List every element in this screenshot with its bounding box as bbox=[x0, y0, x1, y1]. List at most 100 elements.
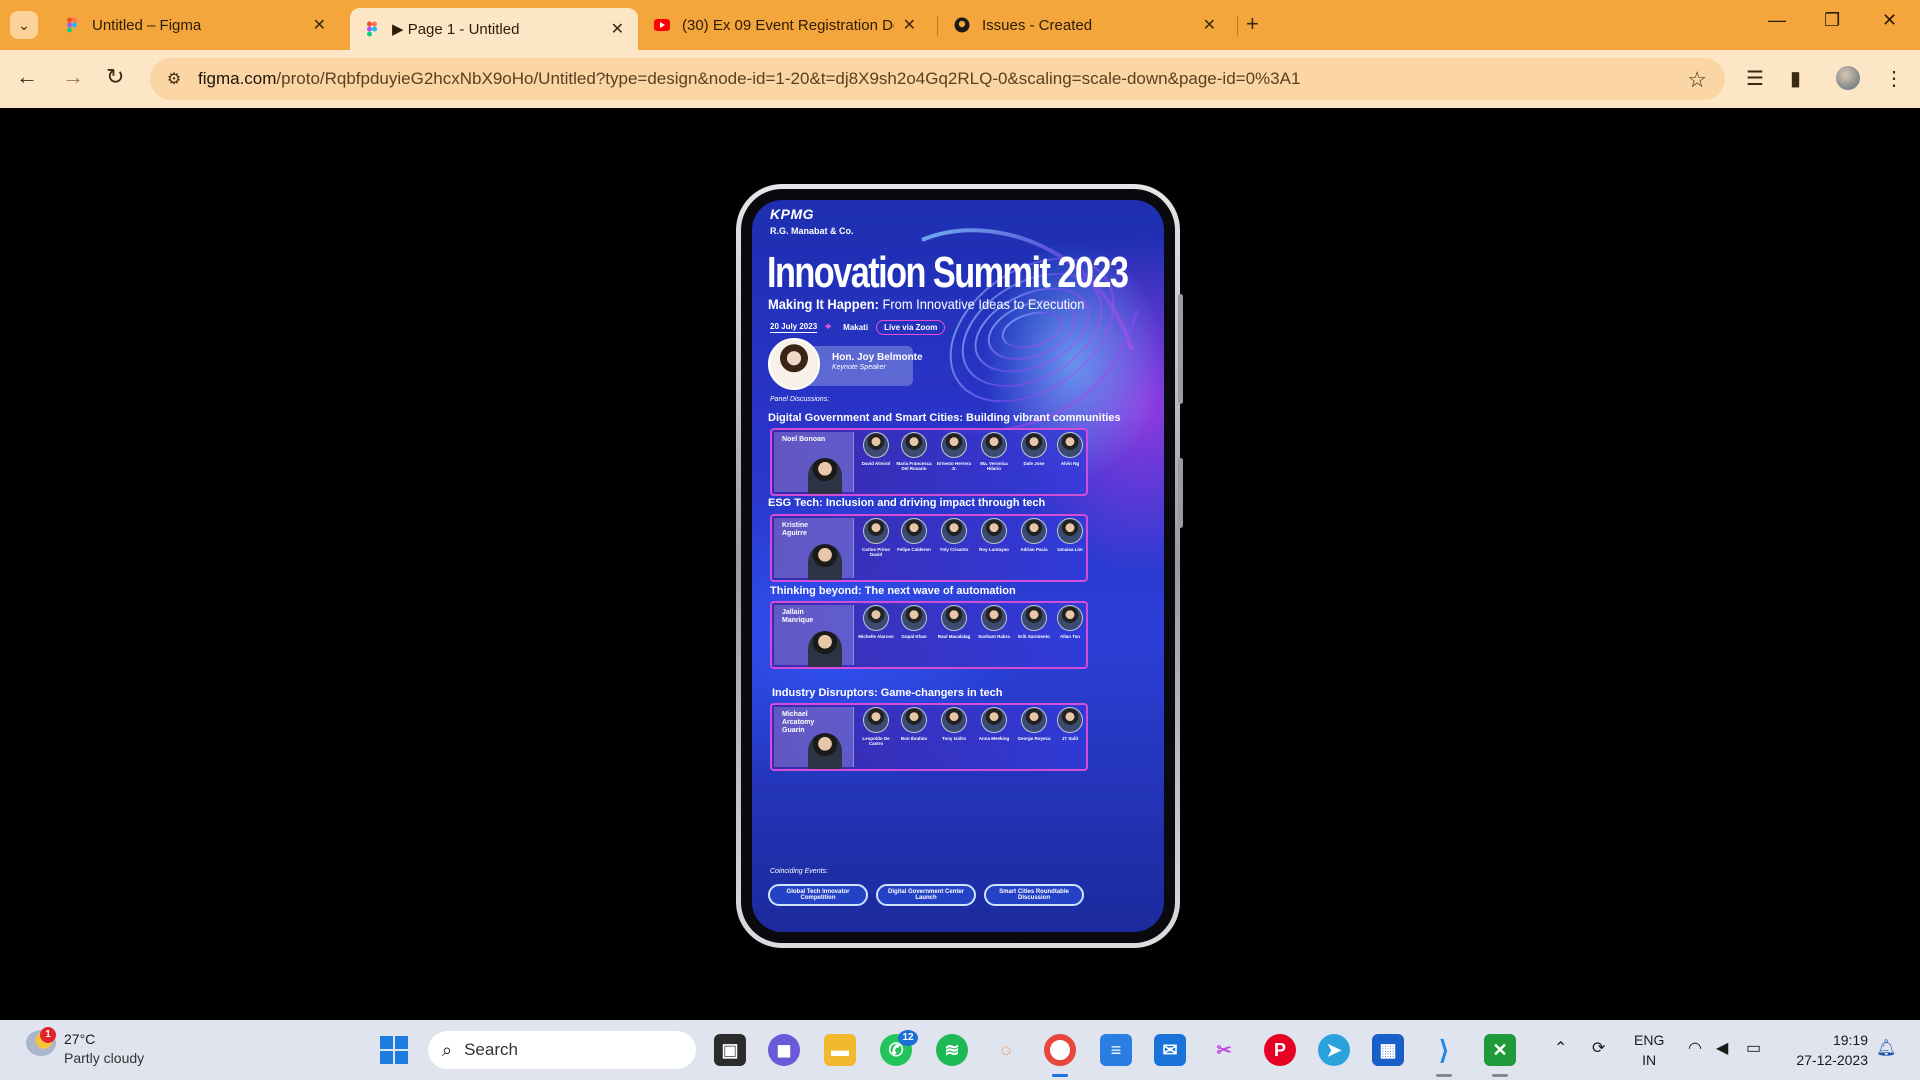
speaker: Felipe Calderon bbox=[896, 518, 932, 552]
speaker-name: Gopal Khan bbox=[901, 634, 927, 639]
side-panel-icon[interactable]: ▮ bbox=[1790, 66, 1801, 91]
chrome-icon[interactable] bbox=[1044, 1034, 1076, 1066]
address-bar[interactable]: ⚙ figma.com/proto/RqbfpduyieG2hcxNbX9oHo… bbox=[150, 58, 1725, 100]
telegram-icon[interactable]: ➤ bbox=[1318, 1034, 1350, 1066]
moderator-photo bbox=[808, 733, 842, 769]
taskbar-search[interactable]: ⌕ Search bbox=[428, 1031, 696, 1069]
tab-title: (30) Ex 09 Event Registration De bbox=[682, 16, 894, 34]
figma-icon bbox=[367, 21, 377, 37]
speaker-name: Ma. Veronica Hilario bbox=[980, 461, 1008, 471]
wifi-icon[interactable]: ◠ bbox=[1688, 1038, 1702, 1058]
whatsapp-badge: 12 bbox=[898, 1030, 918, 1046]
microsoft-store-icon[interactable]: ▦ bbox=[1372, 1034, 1404, 1066]
tab-youtube[interactable]: (30) Ex 09 Event Registration De ✕ bbox=[640, 8, 930, 42]
speaker-name: JT Sulit bbox=[1061, 736, 1079, 741]
url-path: /proto/RqbfpduyieG2hcxNbX9oHo/Untitled?t… bbox=[276, 69, 1301, 88]
close-window-button[interactable]: ✕ bbox=[1882, 10, 1897, 31]
lang-line-1: ENG bbox=[1634, 1032, 1665, 1048]
spotify-icon[interactable]: ≋ bbox=[936, 1034, 968, 1066]
speaker-photo bbox=[1021, 605, 1047, 631]
notification-bell-icon[interactable]: 🔔︎ bbox=[1876, 1038, 1896, 1058]
speaker: Allan Tan bbox=[1052, 605, 1088, 639]
bookmark-star-icon[interactable]: ☆ bbox=[1687, 67, 1707, 93]
tab-separator bbox=[1237, 16, 1238, 36]
speaker-photo bbox=[1021, 432, 1047, 458]
minimize-button[interactable]: — bbox=[1768, 10, 1786, 31]
speaker-photo bbox=[981, 605, 1007, 631]
language-indicator[interactable]: ENG IN bbox=[1634, 1030, 1664, 1070]
pinterest-icon[interactable]: P bbox=[1264, 1034, 1296, 1066]
snipping-tool-icon[interactable]: ✂ bbox=[1208, 1034, 1240, 1066]
speaker-photo bbox=[981, 518, 1007, 544]
speaker-name: Michelle Alarcon bbox=[858, 634, 894, 639]
forward-button[interactable]: → bbox=[62, 64, 84, 90]
chevron-up-icon[interactable]: ⌃ bbox=[1554, 1038, 1567, 1058]
panel-title: ESG Tech: Inclusion and driving impact t… bbox=[768, 497, 1046, 509]
speaker-name: Dale Jose bbox=[1023, 461, 1045, 466]
firm-name: R.G. Manabat & Co. bbox=[770, 226, 854, 236]
moderator-name: Kristine Aguirre bbox=[782, 522, 809, 537]
speaker-photo bbox=[981, 432, 1007, 458]
close-icon[interactable]: ✕ bbox=[313, 15, 326, 35]
temperature[interactable]: 27°C bbox=[64, 1031, 95, 1047]
speaker-name: David Almirol bbox=[861, 461, 891, 466]
profile-avatar[interactable] bbox=[1836, 66, 1860, 90]
notepad-icon[interactable]: ≡ bbox=[1100, 1034, 1132, 1066]
sync-icon[interactable]: ⟳ bbox=[1592, 1038, 1605, 1058]
speaker-name: Leopoldo De Castro bbox=[862, 736, 890, 746]
site-settings-icon[interactable]: ⚙ bbox=[164, 69, 184, 89]
close-icon[interactable]: ✕ bbox=[1203, 15, 1216, 35]
battery-icon[interactable]: ▭ bbox=[1746, 1038, 1761, 1058]
tab-title: Untitled – Figma bbox=[92, 16, 202, 34]
tab-page-1[interactable]: ▶ Page 1 - Untitled ✕ bbox=[350, 8, 638, 50]
speaker-photo bbox=[941, 432, 967, 458]
phone-side-button bbox=[1178, 294, 1183, 404]
tab-search-button[interactable]: ⌄ bbox=[10, 11, 38, 39]
tab-github[interactable]: Issues - Created ✕ bbox=[940, 8, 1230, 42]
speaker-name: Alvin Ng bbox=[1060, 461, 1080, 466]
close-icon[interactable]: ✕ bbox=[903, 15, 916, 35]
arrow-right-icon: → bbox=[62, 64, 84, 89]
coinciding-heading: Coinciding Events: bbox=[770, 868, 828, 875]
speaker: Tony Isidro bbox=[936, 707, 972, 741]
running-indicator bbox=[1492, 1074, 1508, 1077]
event-meta: 20 July 2023 ⌖ Makati Live via Zoom bbox=[770, 320, 946, 335]
speaker-photo bbox=[941, 518, 967, 544]
panel-card: Kristine Aguirre Carlos Primo David Feli… bbox=[770, 514, 1088, 582]
media-control-icon[interactable]: ☰ bbox=[1746, 66, 1764, 91]
chevron-down-icon: ⌄ bbox=[18, 16, 30, 33]
reload-button[interactable]: ↻ bbox=[106, 64, 124, 90]
weather-condition[interactable]: Partly cloudy bbox=[64, 1050, 144, 1066]
phone-bezel: KPMG R.G. Manabat & Co. Innovation Summi… bbox=[741, 189, 1175, 943]
new-tab-button[interactable]: + bbox=[1246, 11, 1259, 37]
volume-icon[interactable]: ◀ bbox=[1716, 1038, 1728, 1058]
speaker: Ernesto Herrera Jr. bbox=[936, 432, 972, 471]
back-button[interactable]: ← bbox=[16, 64, 38, 90]
arrow-left-icon: ← bbox=[16, 64, 38, 89]
clock[interactable]: 19:19 27-12-2023 bbox=[1788, 1030, 1868, 1070]
subline-rest: From Innovative Ideas to Execution bbox=[878, 296, 1085, 312]
keynote-role: Keynote Speaker bbox=[832, 364, 886, 371]
event-date: 20 July 2023 bbox=[770, 322, 818, 333]
mail-icon[interactable]: ✉ bbox=[1154, 1034, 1186, 1066]
xbox-icon[interactable]: ✕ bbox=[1484, 1034, 1516, 1066]
jupyter-icon[interactable]: ◌ bbox=[990, 1034, 1022, 1066]
speaker-name: Yoly Crisanto bbox=[939, 547, 969, 552]
more-menu-icon[interactable]: ⋮ bbox=[1884, 66, 1904, 91]
windows-start-icon[interactable] bbox=[378, 1034, 410, 1066]
vscode-icon[interactable]: ⟩ bbox=[1428, 1034, 1460, 1066]
file-explorer-icon[interactable]: ▬ bbox=[824, 1034, 856, 1066]
poster-screen: KPMG R.G. Manabat & Co. Innovation Summi… bbox=[752, 200, 1164, 932]
restore-button[interactable]: ❐ bbox=[1824, 10, 1840, 31]
speaker-name: Roy Luntayao bbox=[979, 547, 1009, 552]
speaker-photo bbox=[981, 707, 1007, 733]
tab-title: Issues - Created bbox=[982, 16, 1093, 34]
panel-title: Industry Disruptors: Game-changers in te… bbox=[772, 687, 1003, 699]
search-icon: ⌕ bbox=[442, 1039, 453, 1060]
task-view-icon[interactable]: ▣ bbox=[714, 1034, 746, 1066]
url-text[interactable]: figma.com/proto/RqbfpduyieG2hcxNbX9oHo/U… bbox=[198, 69, 1300, 89]
tab-figma[interactable]: Untitled – Figma ✕ bbox=[50, 8, 340, 42]
speaker-photo bbox=[1021, 518, 1047, 544]
teams-chat-icon[interactable]: ◼ bbox=[768, 1034, 800, 1066]
close-icon[interactable]: ✕ bbox=[611, 19, 624, 39]
